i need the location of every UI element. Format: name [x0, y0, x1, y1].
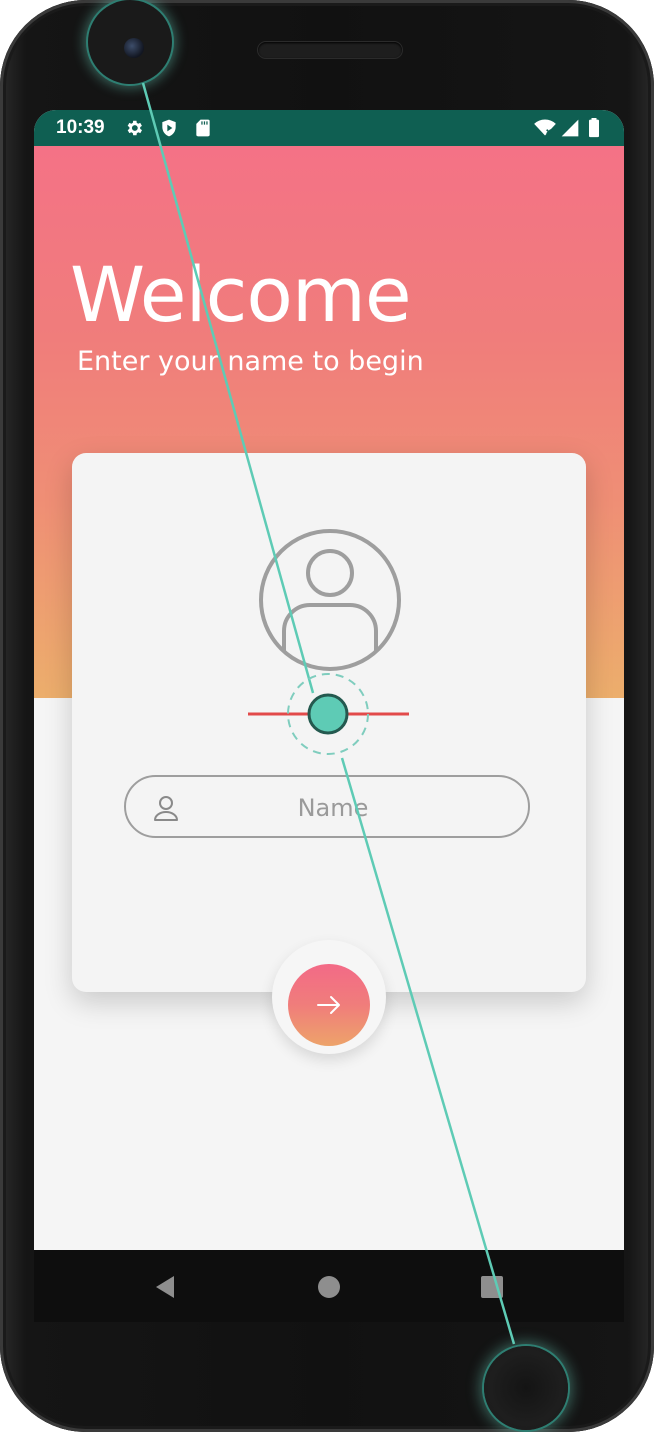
name-field[interactable]: [124, 775, 530, 838]
name-input[interactable]: [196, 785, 470, 831]
phone-frame: 10:39 Welcome Enter your name to begin N…: [0, 0, 654, 1432]
sd-card-icon: [196, 119, 210, 137]
login-card: [72, 453, 586, 992]
submit-button-holder: [272, 940, 386, 1054]
recents-icon[interactable]: [477, 1272, 507, 1302]
app-screen: 10:39 Welcome Enter your name to begin N…: [34, 110, 624, 1250]
user-circle-icon: [259, 529, 401, 671]
shield-icon: [162, 119, 176, 137]
arrow-right-icon: [317, 996, 340, 1014]
hardware-home-button[interactable]: [484, 1346, 568, 1430]
navigation-bar: [34, 1250, 624, 1322]
signal-icon: [561, 119, 579, 137]
gear-icon: [127, 120, 142, 136]
home-icon[interactable]: [314, 1272, 344, 1302]
page-title: Welcome: [70, 250, 412, 339]
submit-button[interactable]: [288, 964, 370, 1046]
front-camera: [88, 0, 172, 84]
camera-lens: [124, 38, 144, 58]
earpiece-speaker: [258, 42, 402, 58]
page-subtitle: Enter your name to begin: [77, 346, 424, 377]
status-time: 10:39: [56, 117, 105, 138]
status-bar: 10:39: [34, 110, 624, 146]
back-icon[interactable]: [150, 1272, 180, 1302]
battery-icon: [589, 118, 599, 138]
wifi-off-icon: [534, 119, 556, 136]
person-icon: [154, 796, 178, 821]
